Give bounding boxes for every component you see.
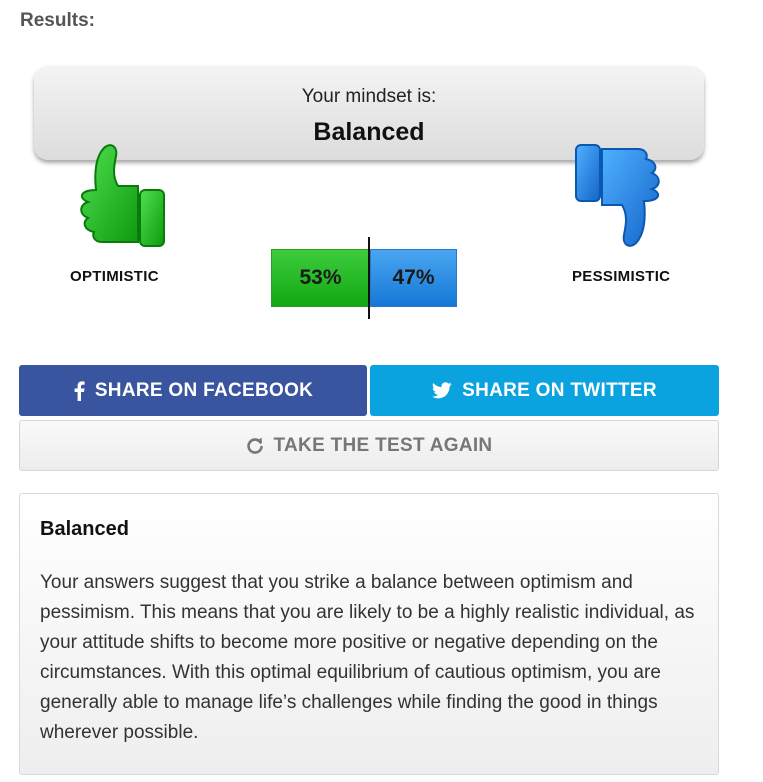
result-description-card: Balanced Your answers suggest that you s… [19,493,719,775]
share-twitter-button[interactable]: SHARE ON TWITTER [370,365,719,416]
mindset-intro: Your mindset is: [301,86,437,107]
retake-test-label: TAKE THE TEST AGAIN [273,434,493,456]
twitter-icon [432,382,452,399]
description-body: Your answers suggest that you strike a b… [40,572,695,743]
share-facebook-label: SHARE ON FACEBOOK [94,379,314,401]
thumbs-down-icon [575,144,660,247]
pessimistic-percent-bar: 47% [370,249,457,307]
refresh-icon [246,437,263,454]
thumbs-up-icon [80,144,165,247]
balance-divider [368,237,370,319]
share-twitter-label: SHARE ON TWITTER [462,379,657,401]
description-title: Balanced [40,518,129,540]
results-heading: Results: [20,10,95,31]
facebook-icon [74,380,85,401]
optimistic-percent-bar: 53% [271,249,370,307]
optimistic-label: OPTIMISTIC [70,268,159,285]
pessimistic-label: PESSIMISTIC [572,268,671,285]
retake-test-button[interactable]: TAKE THE TEST AGAIN [19,420,719,471]
share-facebook-button[interactable]: SHARE ON FACEBOOK [19,365,367,416]
